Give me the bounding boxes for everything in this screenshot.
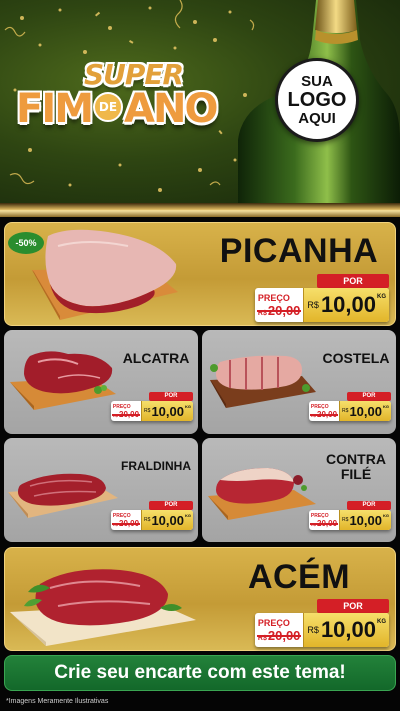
price-tag-picanha: POR PREÇO R$20,00 R$ 10,00 KG <box>254 274 389 324</box>
price-tag-contra-file: POR PREÇO R$20,00 R$ 10,00 KG <box>308 501 391 531</box>
product-name-contra-file-line2: FILÉ <box>340 465 372 482</box>
product-name-acem: ACÉM <box>247 558 351 596</box>
old-price: R$20,00 <box>309 518 339 528</box>
price-tag-acem: POR PREÇO R$20,00 R$ 10,00 KG <box>254 599 389 649</box>
currency-label: R$ <box>307 625 319 635</box>
new-price-block: R$ 10,00 KG <box>141 510 193 530</box>
old-price-currency: R$ <box>310 412 317 418</box>
currency-label: R$ <box>144 517 151 523</box>
new-price-block: R$ 10,00 KG <box>141 401 193 421</box>
unit-label: KG <box>185 404 191 409</box>
store-logo-placeholder: SUA LOGO AQUI <box>275 58 359 142</box>
price-box: PREÇO R$20,00 R$ 10,00 KG <box>254 288 389 322</box>
old-price-currency: R$ <box>112 521 119 527</box>
price-box: PREÇO R$20,00 R$ 10,00 KG <box>308 401 391 421</box>
por-label: POR <box>149 392 193 401</box>
unit-label: KG <box>383 513 389 518</box>
old-price-value: 20,00 <box>267 302 301 318</box>
currency-label: R$ <box>144 408 151 414</box>
preco-label: PREÇO <box>257 617 290 628</box>
por-label: POR <box>347 392 391 401</box>
product-name-contra-file-line1: CONTRA <box>326 451 386 467</box>
old-price-block: PREÇO R$20,00 <box>111 510 141 530</box>
product-name-fraldinha: FRALDINHA <box>121 459 191 473</box>
old-price-currency: R$ <box>310 521 317 527</box>
price-value: 10,00 <box>320 292 376 317</box>
por-label: POR <box>149 501 193 510</box>
price-value: 10,00 <box>151 512 184 528</box>
currency-label: R$ <box>342 517 349 523</box>
old-price-value: 20,00 <box>267 627 301 643</box>
price-value: 10,00 <box>349 403 382 419</box>
old-price-currency: R$ <box>257 309 267 317</box>
new-price-block: R$ 10,00 KG <box>303 613 389 647</box>
title-ano: ANO <box>124 86 218 132</box>
title-fim-de-ano: FIM DE ANO <box>16 86 218 132</box>
por-label: POR <box>317 599 389 613</box>
title-fim: FIM <box>16 86 94 132</box>
old-price-currency: R$ <box>257 634 267 642</box>
old-price-value: 20,00 <box>119 409 140 419</box>
old-price-block: PREÇO R$20,00 <box>309 510 339 530</box>
preco-label: PREÇO <box>257 292 290 303</box>
currency-label: R$ <box>307 300 319 310</box>
price-tag-fraldinha: POR PREÇO R$20,00 R$ 10,00 KG <box>110 501 193 531</box>
unit-label: KG <box>383 404 389 409</box>
new-price-block: R$ 10,00 KG <box>303 288 389 322</box>
gold-divider-bar <box>0 203 400 217</box>
unit-label: KG <box>377 619 386 625</box>
old-price-currency: R$ <box>112 412 119 418</box>
product-name-alcatra: ALCATRA <box>122 350 190 366</box>
acem-meat-image <box>10 569 196 646</box>
old-price-value: 20,00 <box>317 409 338 419</box>
old-price-value: 20,00 <box>317 518 338 528</box>
logo-line-3: AQUI <box>298 109 336 127</box>
price-value: 10,00 <box>349 512 382 528</box>
product-name-contra-file: CONTRA FILÉ <box>316 452 396 481</box>
logo-line-2: LOGO <box>287 88 347 111</box>
price-box: PREÇO R$20,00 R$ 10,00 KG <box>308 510 391 530</box>
por-label: POR <box>347 501 391 510</box>
picanha-meat-image <box>32 229 178 320</box>
currency-label: R$ <box>342 408 349 414</box>
price-tag-costela: POR PREÇO R$20,00 R$ 10,00 KG <box>308 392 391 422</box>
old-price-block: PREÇO R$20,00 <box>111 401 141 421</box>
old-price: R$20,00 <box>309 409 339 419</box>
old-price: R$20,00 <box>256 627 301 643</box>
price-value: 10,00 <box>151 403 184 419</box>
new-price-block: R$ 10,00 KG <box>339 401 391 421</box>
logo-line-1: SUA <box>301 72 333 90</box>
old-price-block: PREÇO R$20,00 <box>255 613 304 647</box>
old-price: R$20,00 <box>256 302 301 318</box>
old-price: R$20,00 <box>111 518 141 528</box>
price-box: PREÇO R$20,00 R$ 10,00 KG <box>254 613 389 647</box>
unit-label: KG <box>185 513 191 518</box>
product-name-costela: COSTELA <box>322 350 390 366</box>
disclaimer-text: *Imagens Meramente Ilustrativas <box>6 698 109 705</box>
price-box: PREÇO R$20,00 R$ 10,00 KG <box>110 510 193 530</box>
price-tag-alcatra: POR PREÇO R$20,00 R$ 10,00 KG <box>110 392 193 422</box>
old-price: R$20,00 <box>111 409 141 419</box>
old-price-block: PREÇO R$20,00 <box>309 401 339 421</box>
unit-label: KG <box>377 294 386 300</box>
contra-file-meat-image <box>208 468 316 520</box>
discount-badge: -50% <box>8 232 44 254</box>
price-box: PREÇO R$20,00 R$ 10,00 KG <box>110 401 193 421</box>
alcatra-meat-image <box>10 351 116 410</box>
title-de-badge: DE <box>93 92 124 122</box>
create-flyer-cta-button[interactable]: Crie seu encarte com este tema! <box>4 655 396 691</box>
fraldinha-meat-image <box>8 473 118 518</box>
header-banner: SUPER FIM DE ANO SUA LOGO AQUI <box>0 0 400 205</box>
old-price-value: 20,00 <box>119 518 140 528</box>
price-value: 10,00 <box>320 617 376 642</box>
product-name-picanha: PICANHA <box>219 232 379 270</box>
old-price-block: PREÇO R$20,00 <box>255 288 304 322</box>
por-label: POR <box>317 274 389 288</box>
costela-meat-image <box>210 355 316 408</box>
super-fim-de-ano-title: SUPER FIM DE ANO <box>10 58 260 148</box>
new-price-block: R$ 10,00 KG <box>339 510 391 530</box>
